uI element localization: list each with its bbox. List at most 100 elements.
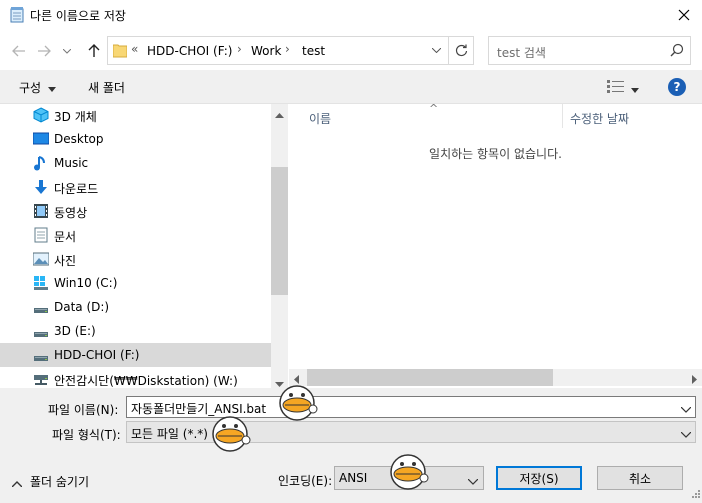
save-button[interactable]: 저장(S)	[496, 466, 582, 490]
desktop-icon	[32, 131, 50, 147]
3d-objects-icon	[33, 107, 49, 123]
caret-down-icon[interactable]	[631, 82, 639, 96]
column-header-name[interactable]: 이름	[309, 110, 331, 127]
scroll-up-icon[interactable]	[275, 107, 284, 121]
drive-icon	[33, 347, 49, 363]
help-button[interactable]: ?	[668, 78, 686, 96]
download-icon	[33, 179, 49, 195]
resize-grip-icon[interactable]	[690, 487, 700, 501]
chevron-right-icon[interactable]: ›	[285, 42, 290, 56]
sidebar-item-label: 사진	[54, 254, 77, 268]
chevron-up-icon	[11, 476, 23, 490]
sidebar-item[interactable]: 3D (E:)	[0, 319, 271, 343]
view-options-icon[interactable]	[607, 80, 625, 96]
column-header-row: 이름 ^ 수정한 날짜	[289, 102, 702, 128]
horizontal-scrollbar[interactable]	[289, 369, 702, 386]
arrow-left-icon	[12, 45, 25, 57]
sidebar-item[interactable]: HDD-CHOI (F:)	[0, 343, 271, 367]
sidebar-item-label: Music	[54, 156, 89, 170]
search-icon[interactable]	[670, 43, 684, 60]
chevron-down-icon	[63, 48, 71, 54]
sidebar-item[interactable]: Music	[0, 151, 271, 175]
sidebar-item[interactable]: 다운로드	[0, 175, 271, 199]
address-overflow[interactable]: «	[131, 42, 138, 56]
chevron-down-icon[interactable]	[680, 427, 692, 441]
sidebar-item-label: 다운로드	[54, 182, 99, 196]
filetype-label: 파일 형식(T):	[52, 428, 121, 442]
close-button[interactable]	[666, 0, 702, 30]
address-dropdown-button[interactable]	[426, 37, 446, 64]
grinning-sticker-icon	[388, 452, 430, 497]
drive-icon	[33, 323, 49, 339]
picture-icon	[32, 251, 50, 267]
windows-drive-icon	[33, 275, 49, 291]
document-icon	[33, 227, 49, 243]
file-list-pane: 이름 ^ 수정한 날짜 일치하는 항목이 없습니다.	[289, 102, 702, 388]
grinning-sticker-icon	[277, 383, 319, 428]
breadcrumb-drive[interactable]: HDD-CHOI (F:)	[147, 44, 232, 58]
refresh-icon	[455, 44, 468, 57]
up-button[interactable]	[84, 41, 104, 61]
sidebar-item[interactable]: 사진	[0, 247, 271, 271]
scroll-right-icon[interactable]	[692, 373, 697, 387]
encoding-value[interactable]: ANSI	[339, 471, 367, 485]
sidebar-item-label: 문서	[54, 230, 77, 244]
sidebar-item-label: 동영상	[54, 206, 88, 220]
chevron-down-icon[interactable]	[680, 402, 692, 416]
video-icon	[33, 203, 49, 219]
network-drive-icon	[33, 371, 49, 387]
sort-ascending-icon: ^	[429, 102, 439, 115]
filename-label: 파일 이름(N):	[48, 403, 119, 417]
sidebar-item[interactable]: 3D 개체	[0, 104, 271, 127]
column-header-date[interactable]: 수정한 날짜	[570, 110, 629, 127]
grinning-sticker-icon	[210, 414, 252, 459]
command-bar: 구성 새 폴더 ?	[0, 70, 702, 104]
chevron-right-icon[interactable]: ›	[237, 42, 242, 56]
organize-button[interactable]: 구성	[19, 79, 41, 96]
filetype-value[interactable]: 모든 파일 (*.*)	[131, 425, 208, 442]
sidebar-item-label: 3D (E:)	[54, 324, 96, 338]
close-icon	[678, 9, 690, 21]
sidebar-item-label: 안전감시단(₩₩Diskstation) (W:)	[54, 374, 238, 388]
chevron-down-icon	[431, 48, 441, 53]
empty-folder-message: 일치하는 항목이 없습니다.	[429, 147, 562, 161]
nav-scrollbar[interactable]	[271, 104, 288, 388]
caret-down-icon[interactable]	[48, 81, 56, 95]
scrollbar-thumb[interactable]	[271, 167, 288, 295]
folder-icon	[112, 43, 128, 61]
window-title: 다른 이름으로 저장	[30, 9, 126, 23]
title-bar: 다른 이름으로 저장	[0, 0, 702, 30]
refresh-button[interactable]	[448, 37, 474, 64]
arrow-right-icon	[38, 45, 51, 57]
sidebar-item[interactable]: 동영상	[0, 199, 271, 223]
sidebar-item[interactable]: Data (D:)	[0, 295, 271, 319]
recent-locations-button[interactable]	[57, 41, 77, 61]
arrow-up-icon	[88, 44, 100, 57]
notepad-icon	[10, 7, 24, 23]
sidebar-item[interactable]: Win10 (C:)	[0, 271, 271, 295]
search-input[interactable]: test 검색	[497, 44, 546, 61]
sidebar-item-label: HDD-CHOI (F:)	[54, 348, 140, 362]
address-bar[interactable]: « HDD-CHOI (F:) › Work › test	[107, 36, 474, 65]
search-box[interactable]: test 검색	[488, 36, 691, 65]
scrollbar-thumb[interactable]	[307, 369, 553, 386]
drive-icon	[33, 299, 49, 315]
sidebar-item[interactable]: 안전감시단(₩₩Diskstation) (W:)	[0, 367, 271, 388]
hide-folders-label: 폴더 숨기기	[30, 475, 90, 489]
breadcrumb-test[interactable]: test	[302, 44, 325, 58]
sidebar-item-label: Data (D:)	[54, 300, 110, 314]
back-button[interactable]	[9, 41, 29, 61]
new-folder-button[interactable]: 새 폴더	[88, 79, 125, 96]
sidebar-item-label: Win10 (C:)	[54, 276, 118, 290]
chevron-down-icon[interactable]	[467, 474, 479, 488]
sidebar-item[interactable]: 문서	[0, 223, 271, 247]
sidebar-item-label: Desktop	[54, 132, 104, 146]
cancel-button[interactable]: 취소	[597, 466, 683, 490]
sidebar-item-label: 3D 개체	[54, 110, 97, 124]
encoding-label: 인코딩(E):	[278, 474, 333, 488]
breadcrumb-work[interactable]: Work	[251, 44, 281, 58]
forward-button[interactable]	[34, 41, 54, 61]
sidebar-item[interactable]: Desktop	[0, 127, 271, 151]
column-divider[interactable]	[562, 104, 563, 128]
music-icon	[33, 155, 49, 171]
